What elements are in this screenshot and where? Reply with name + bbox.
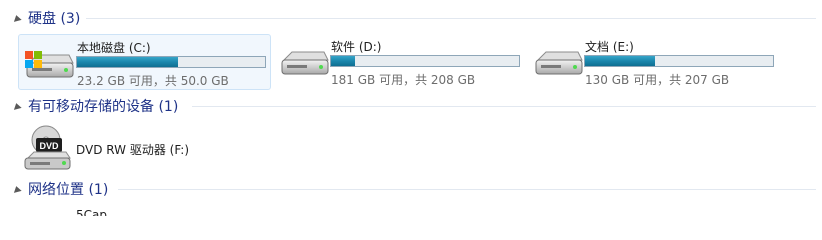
- group-title: 网络位置 (1): [28, 182, 109, 198]
- collapse-arrow-icon[interactable]: [12, 102, 22, 110]
- collapse-arrow-icon[interactable]: [12, 185, 22, 193]
- group-title: 有可移动存储的设备 (1): [28, 99, 179, 115]
- group-divider: [86, 18, 816, 19]
- drive-usage-fill: [331, 56, 356, 66]
- drive-tile-c[interactable]: 本地磁盘 (C:) 23.2 GB 可用，共 50.0 GB: [18, 34, 271, 90]
- dvd-badge-text: DVD: [39, 141, 59, 151]
- drive-usage-bar: [330, 55, 520, 67]
- drive-tile-e[interactable]: 文档 (E:) 130 GB 可用，共 207 GB: [528, 34, 780, 90]
- drive-usage-bar: [76, 56, 266, 68]
- network-location-item[interactable]: 5Cap: [18, 205, 271, 216]
- drive-usage-fill: [585, 56, 655, 66]
- drive-name: 文档 (E:): [585, 40, 634, 54]
- collapse-arrow-icon[interactable]: [12, 14, 22, 22]
- drive-name: DVD RW 驱动器 (F:): [76, 143, 190, 157]
- group-header-hard-disks[interactable]: 硬盘 (3): [0, 8, 822, 28]
- group-title: 硬盘 (3): [28, 11, 81, 27]
- group-header-network[interactable]: 网络位置 (1): [0, 179, 822, 199]
- drive-space-info: 23.2 GB 可用，共 50.0 GB: [77, 74, 229, 88]
- windows-system-drive-icon: [25, 51, 74, 78]
- group-divider: [192, 106, 816, 107]
- hard-drive-icon: [281, 51, 329, 75]
- drive-space-info: 130 GB 可用，共 207 GB: [585, 73, 730, 87]
- network-location-name: 5Cap: [76, 208, 107, 216]
- drive-tile-f[interactable]: DVD DVD RW 驱动器 (F:): [18, 122, 271, 176]
- hard-drive-icon: [535, 51, 583, 75]
- drive-name: 本地磁盘 (C:): [77, 41, 151, 55]
- drive-name: 软件 (D:): [331, 40, 382, 54]
- drive-usage-fill: [77, 57, 178, 67]
- drive-tile-d[interactable]: 软件 (D:) 181 GB 可用，共 208 GB: [274, 34, 526, 90]
- dvd-drive-icon: DVD: [24, 125, 71, 170]
- group-header-removable[interactable]: 有可移动存储的设备 (1): [0, 96, 822, 116]
- explorer-drive-view: 硬盘 (3) 本地磁盘 (C:) 23.2 GB 可用，共 50.0 GB 软件…: [0, 0, 822, 216]
- drive-space-info: 181 GB 可用，共 208 GB: [331, 73, 476, 87]
- drive-usage-bar: [584, 55, 774, 67]
- group-divider: [118, 189, 816, 190]
